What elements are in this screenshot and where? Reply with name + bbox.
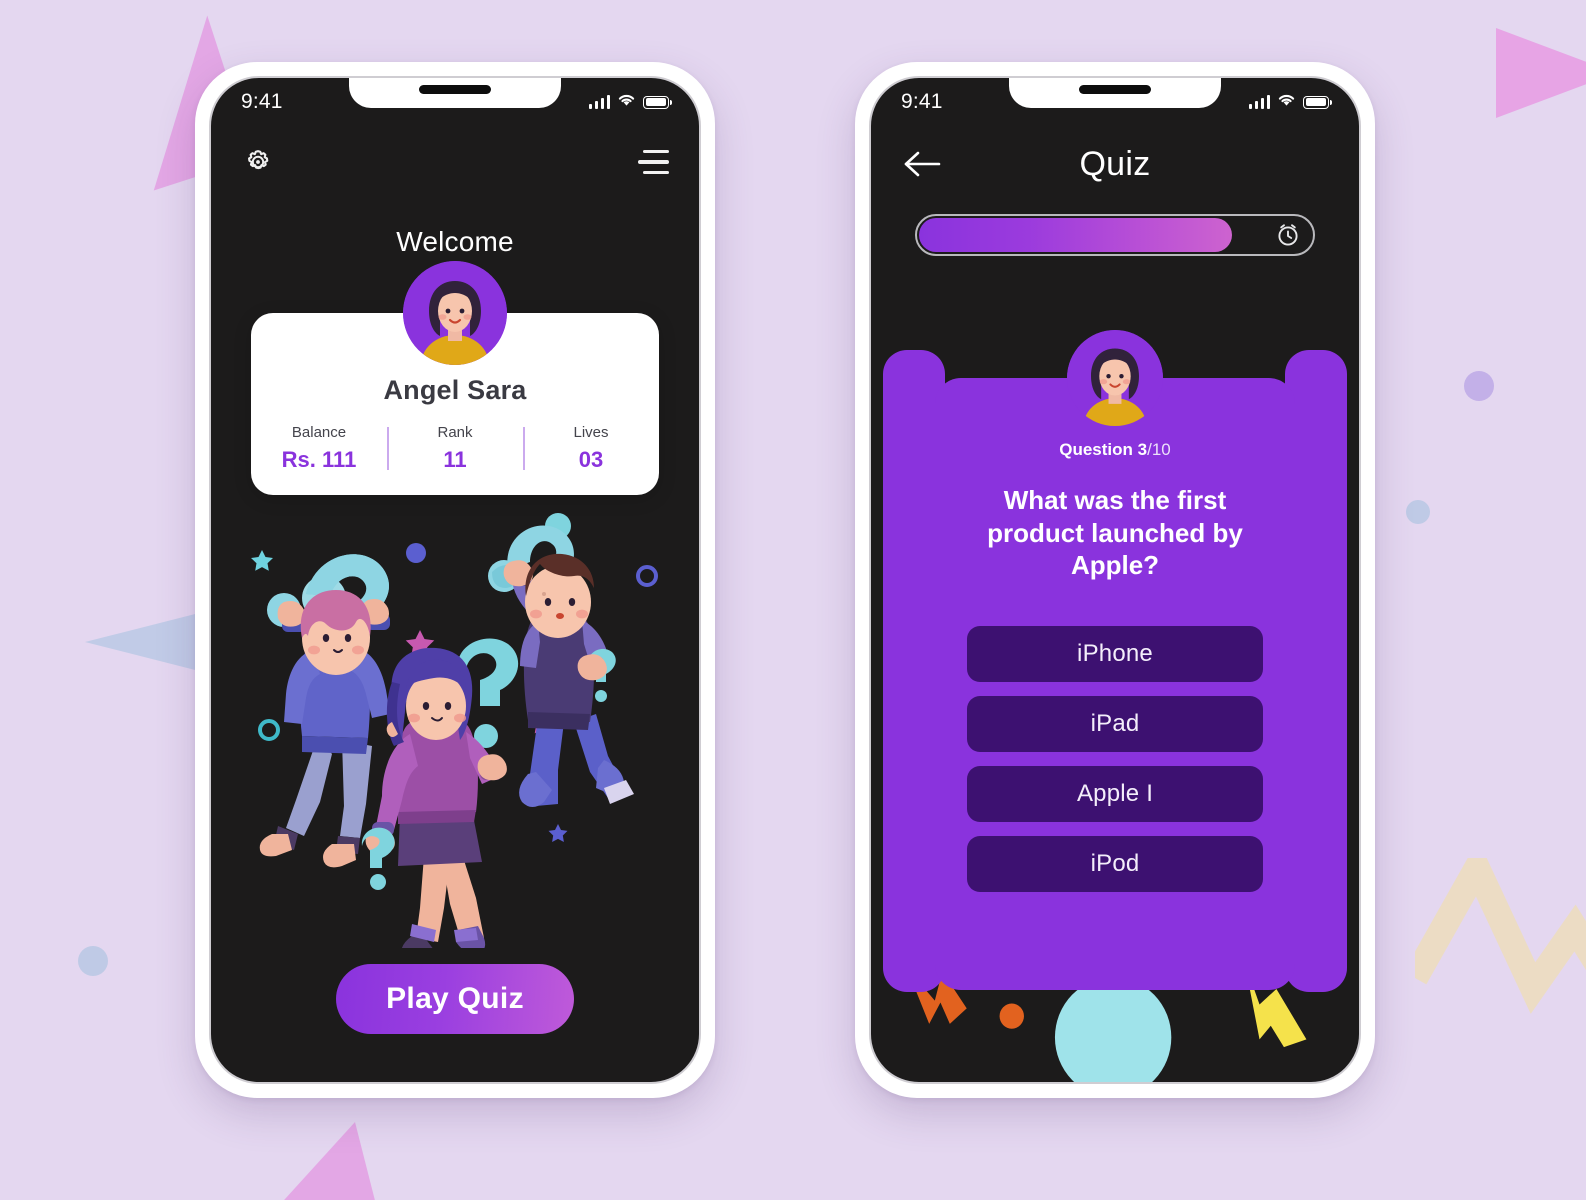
blue-circle-right-decoration (1406, 500, 1430, 524)
stat-label: Balance (291, 424, 347, 441)
blue-triangle-left-decoration (85, 612, 203, 672)
home-screen: 9:41 Welcome Angel Sara Balance Rs. 111 … (209, 76, 701, 1084)
stat-value: 03 (578, 447, 604, 472)
pink-triangle-bottom-left-decoration (255, 1122, 383, 1200)
question-number: Question 3 (1059, 440, 1148, 459)
cellular-signal-icon (1248, 95, 1270, 109)
pink-triangle-top-right-decoration (1496, 28, 1586, 118)
answer-options-list: iPhone iPad Apple I iPod (967, 625, 1263, 892)
phone-home-frame: 9:41 Welcome Angel Sara Balance Rs. 111 … (195, 62, 715, 1098)
avatar (403, 261, 507, 365)
answer-option[interactable]: Apple I (967, 765, 1263, 822)
stat-balance: Balance Rs. 111 (251, 424, 387, 473)
stat-lives: Lives 03 (523, 424, 659, 473)
back-arrow-icon[interactable] (901, 149, 943, 179)
timer-progress-fill (919, 218, 1232, 252)
answer-option[interactable]: iPod (967, 835, 1263, 892)
notch-speaker (1079, 85, 1151, 94)
avatar (1067, 330, 1163, 426)
question-text: What was the first product launched by A… (987, 485, 1243, 580)
answer-option[interactable]: iPad (967, 695, 1263, 752)
cellular-signal-icon (588, 95, 610, 109)
question-counter: Question 3/10 (967, 440, 1263, 460)
quiz-timer-bar (915, 214, 1315, 256)
status-time: 9:41 (901, 90, 943, 113)
stat-rank: Rank 11 (387, 424, 523, 473)
battery-icon (643, 95, 673, 109)
notch-speaker (419, 85, 491, 94)
tan-zigzag-decoration (1415, 858, 1586, 1058)
home-top-bar (211, 134, 699, 190)
play-quiz-button[interactable]: Play Quiz (336, 964, 574, 1034)
question-total: /10 (1147, 440, 1171, 459)
profile-name: Angel Sara (383, 375, 527, 405)
answer-option[interactable]: iPhone (967, 625, 1263, 682)
status-indicators (588, 93, 673, 112)
wifi-icon (1277, 93, 1296, 112)
stat-value: Rs. 111 (281, 447, 357, 472)
hamburger-menu-icon[interactable] (638, 149, 669, 175)
welcome-label: Welcome (396, 226, 514, 257)
purple-circle-right-decoration (1464, 371, 1494, 401)
battery-icon (1303, 95, 1333, 109)
page-title: Quiz (1079, 144, 1151, 183)
phone-notch (1009, 78, 1221, 108)
phone-quiz-frame: 9:41 Quiz Question 3/10 What was the fir… (855, 62, 1375, 1098)
stat-label: Rank (437, 424, 473, 441)
blue-circle-left-decoration (78, 946, 108, 976)
status-indicators (1248, 93, 1333, 112)
wifi-icon (617, 93, 636, 112)
alarm-clock-icon (1275, 222, 1301, 248)
gear-icon[interactable] (241, 145, 275, 179)
stat-value: 11 (443, 447, 467, 472)
quiz-header: Quiz (871, 134, 1359, 194)
people-with-question-marks-illustration (229, 498, 681, 948)
profile-card: Angel Sara Balance Rs. 111 Rank 11 Lives… (251, 261, 659, 495)
profile-stats: Balance Rs. 111 Rank 11 Lives 03 (251, 424, 659, 473)
phone-notch (349, 78, 561, 108)
status-time: 9:41 (241, 90, 283, 113)
quiz-question-card: Question 3/10 What was the first product… (935, 378, 1295, 990)
quiz-screen: 9:41 Quiz Question 3/10 What was the fir… (869, 76, 1361, 1084)
stat-label: Lives (573, 424, 609, 441)
